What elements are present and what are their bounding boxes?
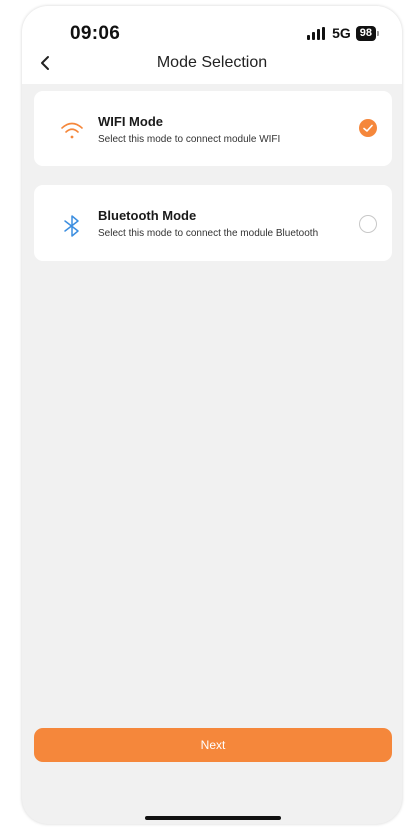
- bluetooth-icon: [64, 215, 79, 237]
- network-type: 5G: [332, 25, 351, 41]
- page-title: Mode Selection: [156, 54, 268, 71]
- wifi-mode-radio-checked[interactable]: [359, 119, 377, 137]
- check-icon: [363, 124, 373, 132]
- signal-icon: [307, 26, 326, 40]
- bluetooth-mode-description: Select this mode to connect the module B…: [98, 228, 319, 239]
- home-indicator: [145, 816, 281, 820]
- battery-level: 98: [355, 25, 380, 41]
- bluetooth-mode-option[interactable]: Bluetooth Mode Select this mode to conne…: [34, 185, 392, 261]
- next-button[interactable]: Next: [34, 728, 392, 762]
- wifi-mode-option[interactable]: WIFI Mode Select this mode to connect mo…: [34, 91, 392, 166]
- bluetooth-mode-radio[interactable]: [359, 215, 377, 233]
- phone-screen: 09:06 5G 98 Mode Selection WIFI Mode Sel…: [22, 6, 402, 824]
- wifi-mode-title: WIFI Mode: [98, 114, 163, 129]
- top-bar: 09:06 5G 98 Mode Selection: [22, 6, 402, 84]
- wifi-mode-description: Select this mode to connect module WIFI: [98, 134, 281, 145]
- bluetooth-mode-title: Bluetooth Mode: [98, 208, 197, 223]
- status-indicators: 5G 98: [307, 25, 380, 41]
- wifi-icon: [61, 122, 83, 139]
- status-time: 09:06: [70, 23, 121, 44]
